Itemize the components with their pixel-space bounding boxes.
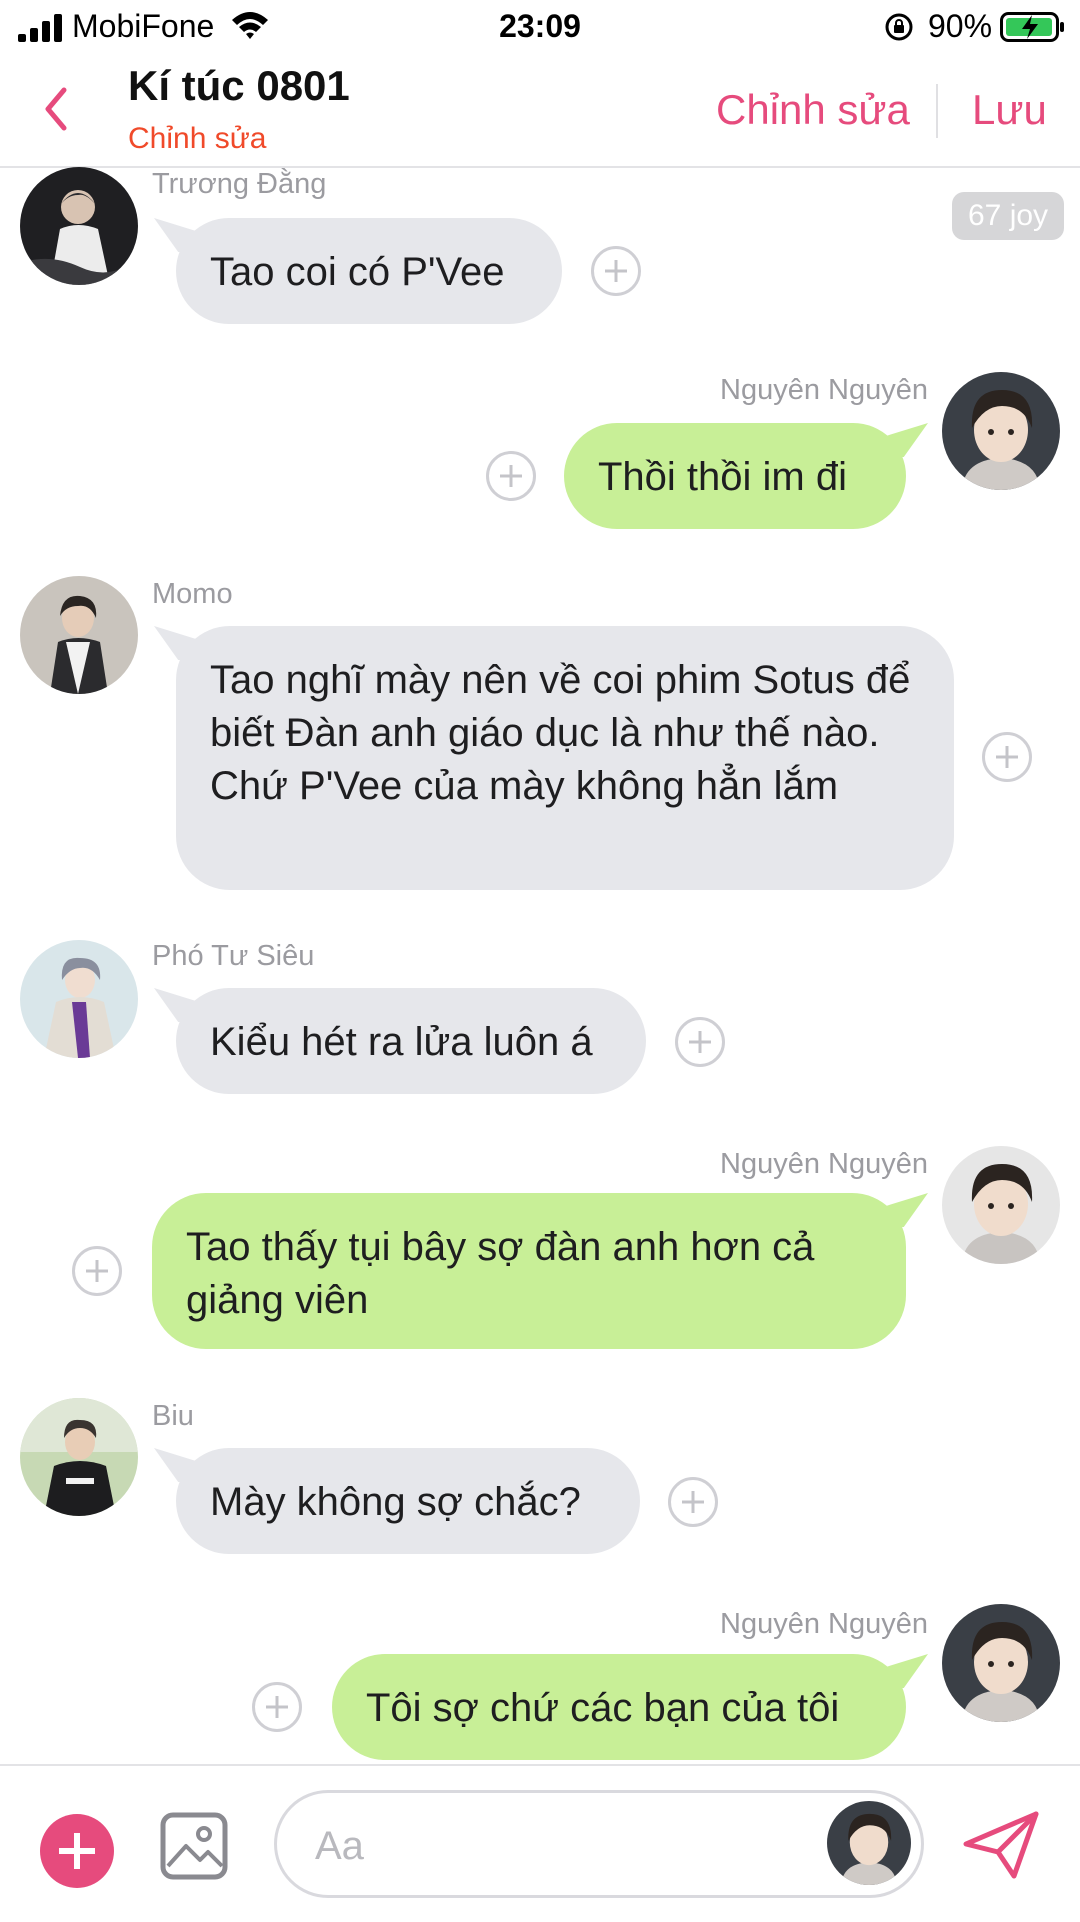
joy-badge: 67 joy [952, 192, 1065, 240]
avatar[interactable] [20, 940, 138, 1058]
message-text: Tao nghĩ mày nên về coi phim Sotus để bi… [210, 658, 911, 808]
message-bubble[interactable]: Tôi sợ chứ các bạn của tôi [332, 1654, 906, 1760]
message-text: Mày không sợ chắc? [210, 1480, 581, 1524]
sender-name: Nguyên Nguyên [720, 374, 928, 406]
chat-title: Kí túc 0801 [128, 62, 350, 109]
avatar[interactable] [827, 1801, 911, 1885]
sender-name: Biu [152, 1400, 194, 1432]
message-text: Tôi sợ chứ các bạn của tôi [366, 1686, 840, 1730]
add-reaction-icon[interactable] [668, 1477, 718, 1527]
message-text: Kiểu hét ra lửa luôn á [210, 1020, 593, 1064]
plus-icon[interactable] [40, 1814, 114, 1888]
chat-header: Kí túc 0801 Chỉnh sửa Chỉnh sửa Lưu [0, 56, 1080, 168]
send-icon[interactable] [962, 1810, 1040, 1880]
message-input[interactable] [313, 1815, 797, 1877]
chevron-left-icon[interactable] [36, 84, 76, 134]
avatar[interactable] [20, 1398, 138, 1516]
add-reaction-icon[interactable] [72, 1246, 122, 1296]
add-reaction-icon[interactable] [982, 732, 1032, 782]
rotation-lock-icon [885, 13, 913, 41]
avatar[interactable] [20, 167, 138, 285]
add-reaction-icon[interactable] [486, 451, 536, 501]
chat-subtitle[interactable]: Chỉnh sửa [128, 122, 267, 156]
message-bubble[interactable]: Tao nghĩ mày nên về coi phim Sotus để bi… [176, 626, 954, 890]
avatar[interactable] [942, 372, 1060, 490]
add-reaction-icon[interactable] [252, 1682, 302, 1732]
status-bar: MobiFone 23:09 90% [0, 0, 1080, 56]
message-text: Tao coi có P'Vee [210, 250, 505, 294]
message-bubble[interactable]: Kiểu hét ra lửa luôn á [176, 988, 646, 1094]
save-button[interactable]: Lưu [972, 86, 1047, 134]
message-input-wrapper [274, 1790, 924, 1898]
message-bubble[interactable]: Thồi thồi im đi [564, 423, 906, 529]
sender-name: Momo [152, 578, 233, 610]
sender-name: Trương Đằng [152, 168, 327, 200]
add-reaction-icon[interactable] [675, 1017, 725, 1067]
sender-name: Phó Tư Siêu [152, 940, 315, 972]
message-text: Tao thấy tụi bây sợ đàn anh hơn cả giảng… [186, 1225, 815, 1322]
add-reaction-icon[interactable] [591, 246, 641, 296]
battery-charging-icon [1000, 12, 1064, 42]
message-bubble[interactable]: Tao coi có P'Vee [176, 218, 562, 324]
avatar[interactable] [942, 1146, 1060, 1264]
status-time: 23:09 [499, 8, 581, 44]
composer-bar [0, 1764, 1080, 1922]
message-bubble[interactable]: Tao thấy tụi bây sợ đàn anh hơn cả giảng… [152, 1193, 906, 1349]
battery-percentage: 90% [928, 8, 993, 44]
image-icon[interactable] [160, 1812, 228, 1880]
edit-button[interactable]: Chỉnh sửa [716, 86, 910, 134]
avatar[interactable] [942, 1604, 1060, 1722]
message-bubble[interactable]: Mày không sợ chắc? [176, 1448, 640, 1554]
sender-name: Nguyên Nguyên [720, 1148, 928, 1180]
avatar[interactable] [20, 576, 138, 694]
header-divider [936, 84, 938, 138]
sender-name: Nguyên Nguyên [720, 1608, 928, 1640]
message-text: Thồi thồi im đi [598, 455, 847, 499]
